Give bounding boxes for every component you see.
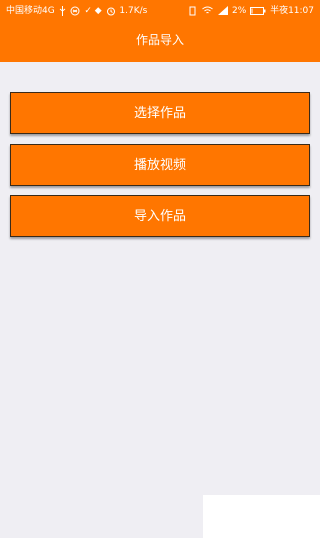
clock: 半夜11:07 <box>270 6 314 16</box>
battery-percent: 2% <box>232 6 247 16</box>
status-left: 中国移动4G ✓ ◆ 1.7K/s <box>6 0 147 22</box>
battery-icon <box>250 6 266 15</box>
status-right: 2% 半夜11:07 <box>187 0 314 22</box>
wifi-icon <box>202 6 214 14</box>
notification-dots: ✓ ◆ <box>84 6 102 16</box>
import-work-button[interactable]: 导入作品 <box>10 195 310 237</box>
carrier-label: 中国移动4G <box>6 6 55 16</box>
play-video-button[interactable]: 播放视频 <box>10 144 310 186</box>
page-title: 作品导入 <box>135 33 184 47</box>
vibrate-icon <box>189 6 196 15</box>
sync-icon <box>70 6 80 15</box>
signal-icon <box>218 6 229 15</box>
corner-overlay <box>203 495 320 538</box>
app-header: 中国移动4G ✓ ◆ 1.7K/s 2% 半夜11:07 作品导入 <box>0 0 320 62</box>
select-work-button[interactable]: 选择作品 <box>10 92 310 134</box>
status-bar: 中国移动4G ✓ ◆ 1.7K/s 2% 半夜11:07 <box>0 0 320 22</box>
alarm-icon <box>106 7 115 15</box>
usb-icon <box>59 5 65 16</box>
network-speed: 1.7K/s <box>119 6 148 16</box>
